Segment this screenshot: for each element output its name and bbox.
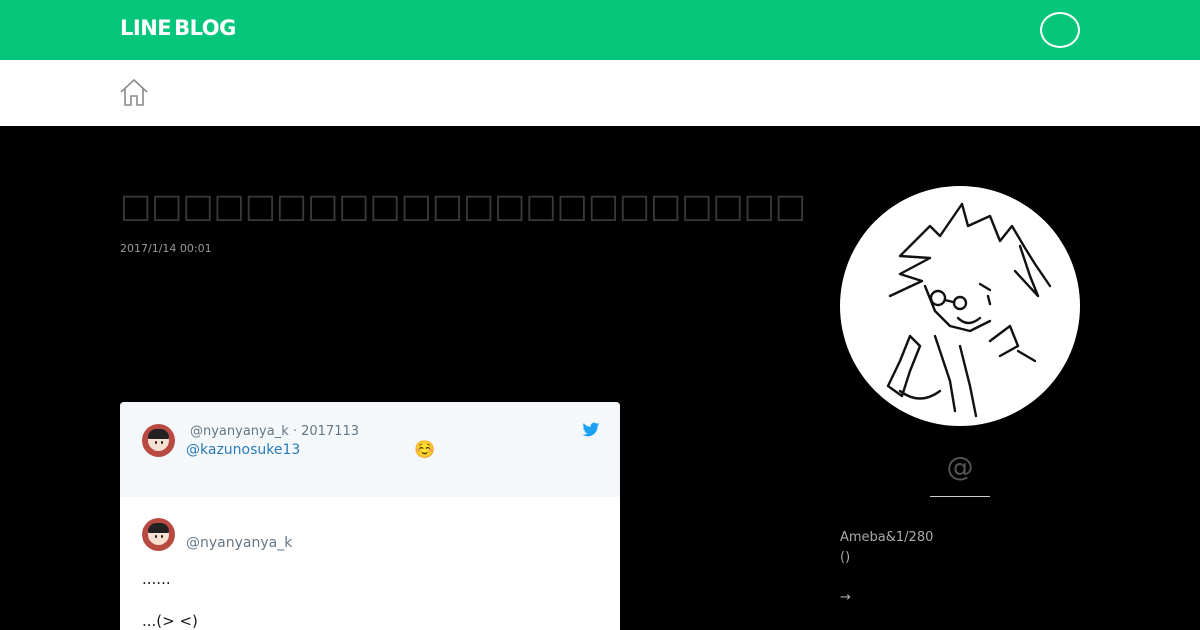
profile-avatar[interactable] [840, 186, 1080, 426]
home-icon[interactable] [119, 78, 149, 108]
profile-description: () [840, 550, 851, 565]
embedded-tweet[interactable]: @nyanyanya_k · 2017113 @kazunosuke13 ☺️ … [120, 402, 620, 630]
tweet-text-line: ...(> <) [142, 612, 198, 630]
nav-bar [0, 60, 1200, 126]
tweet-text-line: ...... [142, 570, 171, 588]
twitter-bird-icon[interactable] [582, 422, 600, 438]
sketch-portrait-icon [886, 202, 1052, 418]
profile-more-link[interactable]: → [840, 590, 851, 605]
tweet-reply-context: @nyanyanya_k · 2017113 @kazunosuke13 ☺️ [120, 402, 620, 497]
tweet-handle[interactable]: @nyanyanya_k [186, 535, 292, 551]
profile-description: Ameba&1/280 [840, 530, 934, 545]
page-title: □□□□□□□□□□□□□□□□□□□□□□ [120, 186, 806, 225]
reply-meta: @nyanyanya_k · 2017113 [190, 424, 360, 439]
smiling-emoji: ☺️ [414, 440, 436, 460]
avatar[interactable] [142, 518, 175, 551]
menu-circle-button[interactable] [1040, 12, 1080, 48]
top-bar: LINE BLOG [0, 0, 1200, 60]
line-blog-logo[interactable]: LINE BLOG [120, 16, 236, 40]
avatar[interactable] [142, 424, 175, 457]
post-date: 2017/1/14 00:01 [120, 242, 212, 255]
profile-underline [930, 496, 990, 497]
profile-name[interactable]: @ [930, 452, 990, 483]
reply-mention-link[interactable]: @kazunosuke13 [186, 442, 300, 458]
